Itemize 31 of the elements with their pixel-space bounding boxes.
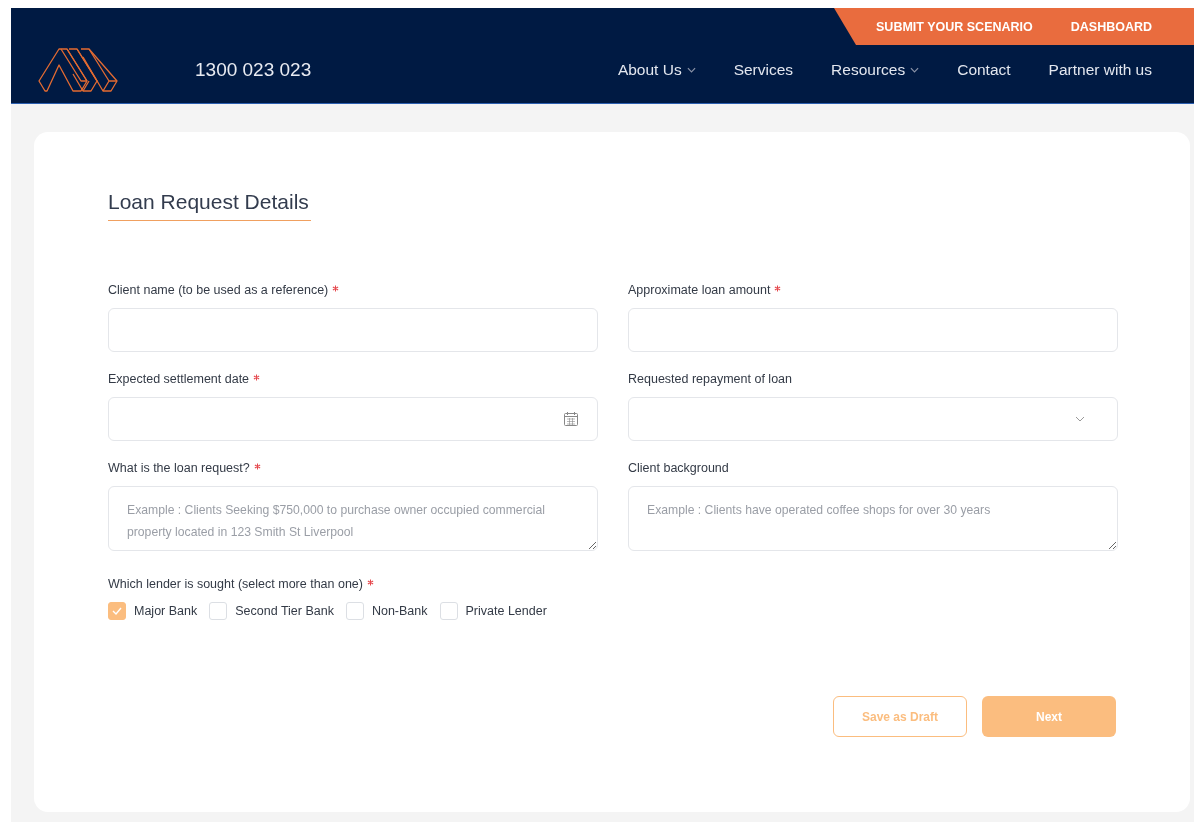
field-label: Which lender is sought (select more than one) <box>108 577 363 591</box>
checkbox-label[interactable]: Second Tier Bank <box>235 604 334 618</box>
checkbox[interactable] <box>439 602 458 620</box>
field-label: Requested repayment of loan <box>628 372 792 386</box>
checkmark-icon <box>111 605 123 617</box>
input-field[interactable] <box>628 308 1118 352</box>
field-label: Approximate loan amount <box>628 283 771 297</box>
nav-link[interactable]: Services <box>733 61 794 79</box>
phone-number[interactable]: 1300 023 023 <box>195 59 312 81</box>
input-field[interactable] <box>108 308 598 352</box>
form-title: Loan Request Details <box>108 190 311 221</box>
checkbox[interactable] <box>108 602 126 620</box>
chevron-down-icon <box>1075 416 1085 422</box>
nav-link[interactable]: Partner with us <box>1048 61 1152 79</box>
checkbox[interactable] <box>345 602 364 620</box>
field-label: Expected settlement date <box>108 372 250 386</box>
checkbox-label[interactable]: Non-Bank <box>371 604 428 618</box>
text-area[interactable]: Example : Clients have operated coffee shops for over 30 years <box>628 486 1118 551</box>
field-label: Client background <box>628 461 729 475</box>
calendar-icon <box>563 411 579 427</box>
nav-link[interactable]: Contact <box>957 61 1011 79</box>
checkbox[interactable] <box>209 602 228 620</box>
select-field[interactable] <box>628 397 1118 441</box>
text-area[interactable]: Example : Clients Seeking $750,000 to purchase owner occupied commercial property located in 123 Smith St Liverpool <box>108 486 598 551</box>
nav-link[interactable]: Resources <box>831 61 920 79</box>
checkbox-label[interactable]: Major Bank <box>134 604 198 618</box>
field-label: Client name (to be used as a reference) <box>108 283 329 297</box>
checkbox-label[interactable]: Private Lender <box>465 604 547 618</box>
field-label: What is the loan request? <box>108 461 250 475</box>
nav-link[interactable]: About Us <box>617 61 696 79</box>
date-field[interactable] <box>108 397 598 441</box>
